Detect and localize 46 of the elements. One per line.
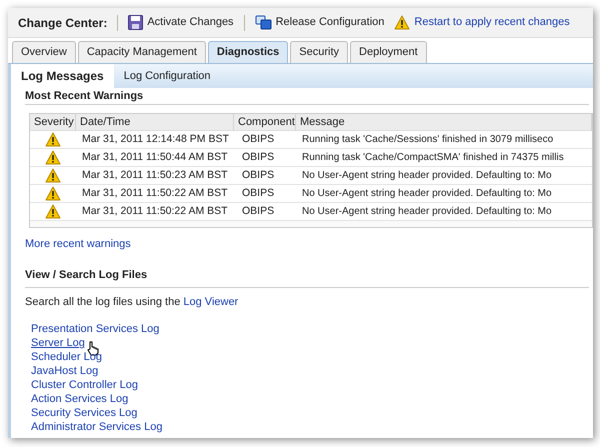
table-cell-text: No User-Agent string header provided. Defaulting to: Mo [301,205,553,219]
warning-icon [45,132,61,147]
log-file-link[interactable]: Action Services Log [31,391,128,408]
table-cell-text: Mar 31, 2011 11:50:44 AM BST [81,150,229,165]
table-cell-text: OBIPS [241,204,276,219]
tab[interactable]: Security [290,41,348,63]
table-cell-text: No User-Agent string header provided. Defaulting to: Mo [301,187,553,201]
log-file-link[interactable]: Security Services Log [31,405,138,422]
tab[interactable]: Capacity Management [78,41,206,63]
warning-icon [45,168,61,183]
log-file-link[interactable]: Cluster Controller Log [31,377,138,394]
change-center-label: Change Center: [18,14,108,32]
table-cell-text: Running task 'Cache/CompactSMA' finished in 74375 millis [301,151,565,165]
table-cell-text: Mar 31, 2011 11:50:23 AM BST [81,168,229,183]
toolbar-action[interactable]: Activate Changes [147,14,234,31]
log-file-link[interactable]: Presentation Services Log [31,321,160,338]
subtab[interactable]: Log Messages [11,64,114,88]
log-viewer-link[interactable]: Log Viewer [183,296,238,308]
warning-icon [45,204,61,219]
toolbar-action[interactable]: Release Configuration [276,14,384,31]
log-file-link[interactable]: Server Log [31,335,85,352]
table-cell-text: No User-Agent string header provided. Defaulting to: Mo [301,169,553,183]
warning-icon [394,15,410,30]
warning-icon [45,186,61,201]
table-cell-text: OBIPS [241,132,276,147]
table-cell-text: OBIPS [241,150,276,165]
table-cell-text: Mar 31, 2011 11:50:22 AM BST [81,186,229,201]
table-cell-text: Mar 31, 2011 12:14:48 PM BST [81,132,230,147]
table-cell-text: Mar 31, 2011 11:50:22 AM BST [81,204,229,219]
documents-icon [254,15,272,30]
section-title: Most Recent Warnings [25,90,144,103]
tab[interactable]: Deployment [350,41,427,63]
table-cell-text: Running task 'Cache/Sessions' finished in 3079 milliseco [301,133,554,147]
subtab[interactable]: Log Configuration [114,64,221,88]
intro-text: Search all the log files using the Log Viewer [25,295,240,310]
table-cell-text: OBIPS [241,168,276,183]
log-file-link[interactable]: Administrator Services Log [31,419,162,436]
table-cell-text: OBIPS [241,186,276,201]
tab[interactable]: Overview [12,41,76,63]
tab[interactable]: Diagnostics [208,41,288,63]
section-title: View / Search Log Files [25,268,148,282]
toolbar-action[interactable]: Restart to apply recent changes [414,14,570,31]
warning-icon [45,150,61,165]
log-file-link[interactable]: JavaHost Log [31,363,98,380]
more-warnings-link[interactable]: More recent warnings [25,236,131,252]
log-file-link[interactable]: Scheduler Log [31,349,102,366]
